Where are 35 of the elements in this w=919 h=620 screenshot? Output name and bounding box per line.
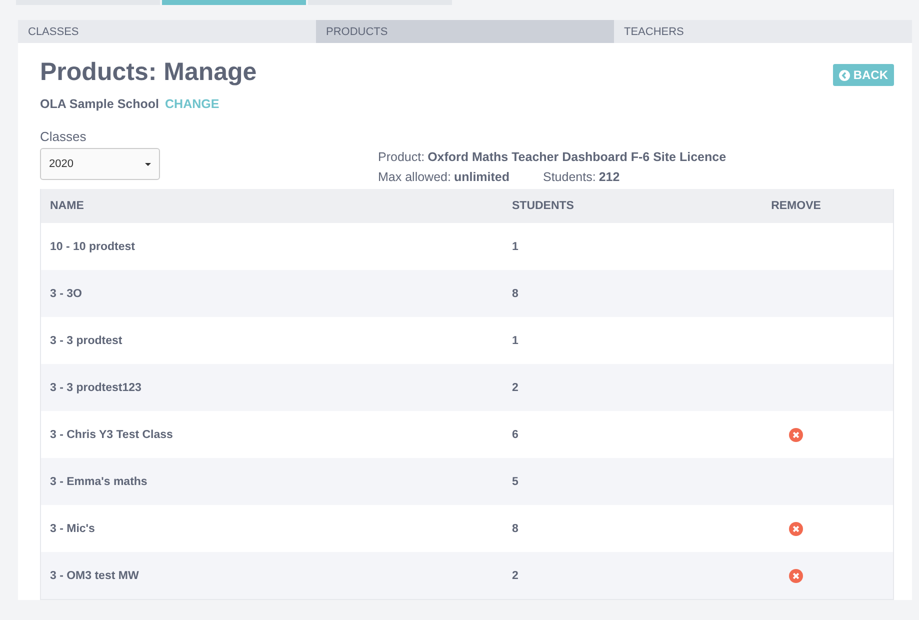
remove-icon[interactable] [789,428,803,442]
page-title: Products: Manage [40,57,257,87]
remove-icon[interactable] [789,568,803,582]
table-cell-text: 2 [512,382,520,394]
field-label: Classes [40,129,88,144]
table-cell-text: 3 - 3 prodtest [49,334,124,346]
school-name: OLA Sample School [40,97,160,111]
column-header: REMOVE [770,200,822,212]
students-label: Students: [543,170,596,184]
table-cell-text: 6 [512,428,520,440]
table-cell-text: 5 [512,476,520,488]
table-cell-text: 3 - Chris Y3 Test Class [49,428,174,440]
caret-icon [145,162,151,166]
product-name: Oxford Maths Teacher Dashboard F-6 Site Licence [428,150,726,164]
column-header: STUDENTS [512,200,575,212]
table-cell-text: 2 [512,570,520,582]
students-value: 212 [598,170,620,184]
table-cell-text: 3 - Emma's maths [49,476,148,488]
table-cell-text: 8 [512,522,520,534]
table-cell-text: 1 [512,334,520,346]
tab[interactable]: PRODUCTS [316,20,614,43]
table-cell-text: 3 - 3O [49,288,83,300]
table-cell-text: 1 [512,240,520,252]
table-cell-text: 3 - OM3 test MW [49,570,140,582]
max-label: Max allowed: [378,170,451,184]
product-label: Product: [378,150,425,164]
classes-dropdown[interactable]: 2020 [40,148,160,180]
max-value: unlimited [454,170,510,184]
table-cell-text: 3 - Mic's [49,522,96,534]
chevron-left-icon [839,70,850,80]
column-header: NAME [49,200,85,212]
table-cell-text: 10 - 10 prodtest [49,240,136,252]
table-cell-text: 8 [512,288,520,300]
table-cell-text: 3 - 3 prodtest123 [49,382,142,394]
remove-icon[interactable] [789,522,803,536]
